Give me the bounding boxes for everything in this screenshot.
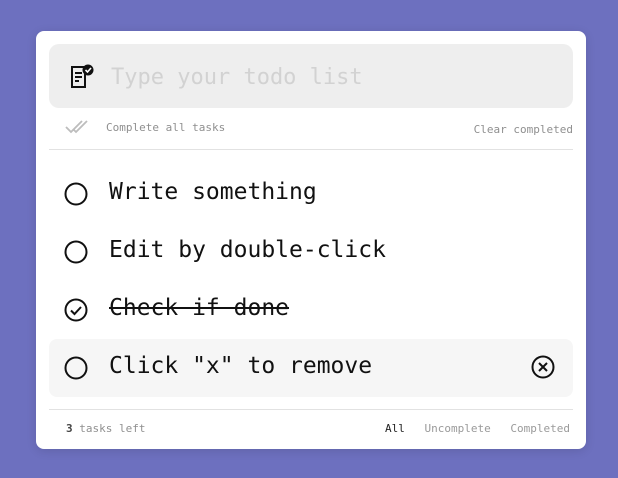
complete-all-button[interactable]: Complete all tasks: [65, 117, 225, 137]
todo-list-icon: [71, 64, 94, 88]
double-check-icon: [65, 120, 88, 134]
filter-uncomplete[interactable]: Uncomplete: [425, 422, 491, 435]
new-todo-box: [49, 44, 573, 108]
circle-icon[interactable]: [64, 356, 88, 380]
todo-item-label[interactable]: Write something: [109, 179, 317, 205]
filter-completed[interactable]: Completed: [510, 422, 570, 435]
tasks-left-number: 3: [66, 422, 73, 435]
filter-all[interactable]: All: [385, 422, 405, 435]
todo-item-label[interactable]: Click "x" to remove: [109, 353, 372, 379]
todo-item: Edit by double-click: [49, 223, 573, 281]
circle-check-icon[interactable]: [64, 298, 88, 322]
todo-item-label[interactable]: Check if done: [109, 295, 289, 321]
todo-list: Write something Edit by double-click Che…: [49, 165, 573, 397]
tasks-left-count: 3 tasks left: [66, 422, 145, 435]
tasks-left-label: tasks left: [79, 422, 146, 435]
clear-completed-button[interactable]: Clear completed: [474, 123, 573, 136]
filter-group: All Uncomplete Completed: [372, 422, 570, 435]
todo-card: Complete all tasks Clear completed Write…: [36, 31, 586, 449]
todo-item: Check if done: [49, 281, 573, 339]
footer: 3 tasks left All Uncomplete Completed: [49, 409, 573, 450]
todo-item: Write something: [49, 165, 573, 223]
circle-icon[interactable]: [64, 240, 88, 264]
circle-x-icon[interactable]: [531, 355, 555, 379]
toolbar: Complete all tasks Clear completed: [49, 115, 573, 150]
todo-item-label[interactable]: Edit by double-click: [109, 237, 386, 263]
new-todo-input[interactable]: [109, 58, 553, 96]
todo-item: Click "x" to remove: [49, 339, 573, 397]
circle-icon[interactable]: [64, 182, 88, 206]
complete-all-label: Complete all tasks: [106, 120, 226, 134]
